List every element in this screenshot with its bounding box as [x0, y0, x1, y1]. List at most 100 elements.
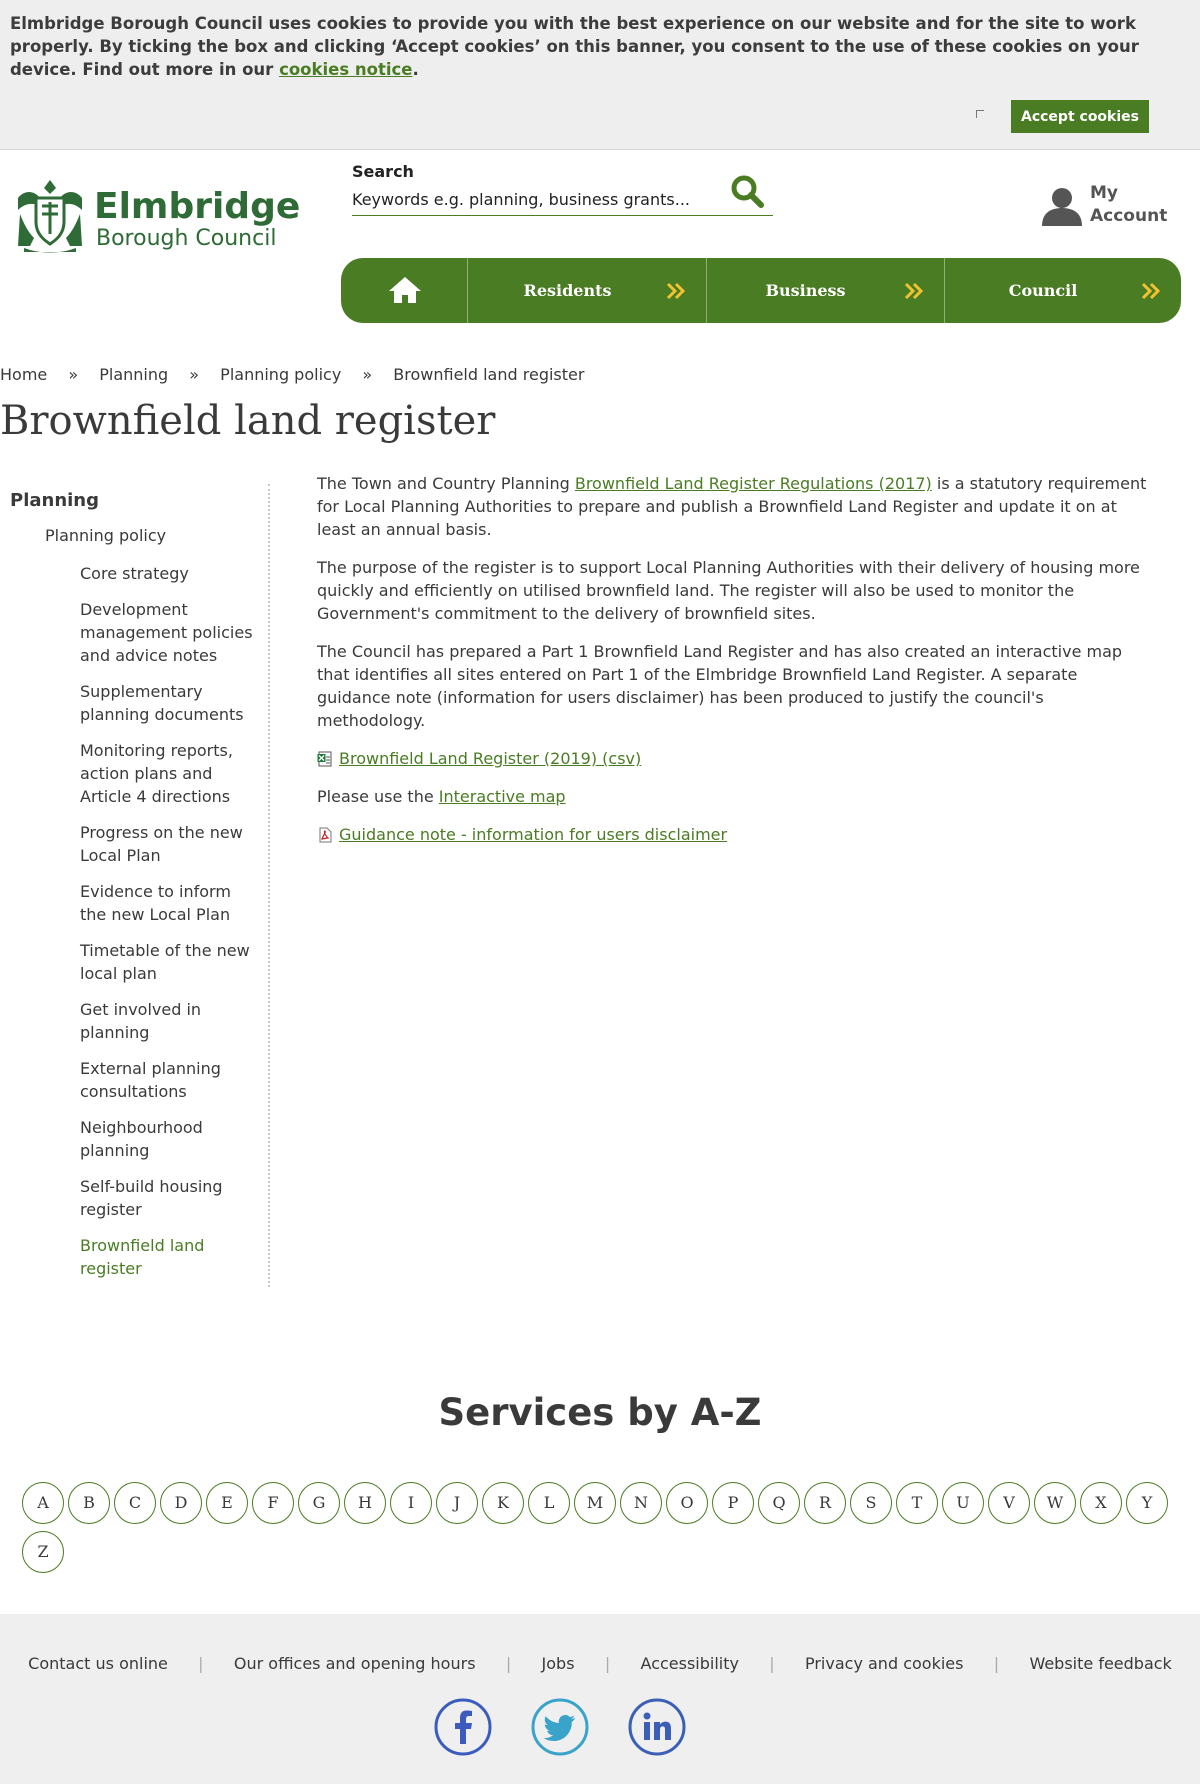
nav-business-label: Business [765, 281, 846, 300]
double-chevron-right-icon [666, 282, 686, 300]
sidebar-heading[interactable]: Planning [10, 490, 99, 511]
council-logo[interactable]: Elmbridge Borough Council [10, 176, 300, 256]
breadcrumb-home[interactable]: Home [0, 365, 47, 384]
footer-separator: | [505, 1654, 512, 1673]
breadcrumb: Home » Planning » Planning policy » Brownfield… [0, 365, 584, 384]
search-underline [352, 215, 773, 216]
sidebar-item-self-build-register[interactable]: Self-build housing register [80, 1175, 262, 1221]
cookie-text: Elmbridge Borough Council uses cookies t… [10, 12, 1150, 81]
search-input[interactable] [352, 184, 712, 214]
sidebar-item-core-strategy[interactable]: Core strategy [80, 562, 262, 585]
az-letter-u[interactable]: U [942, 1482, 984, 1524]
map-paragraph: Please use the Interactive map [317, 785, 1147, 808]
cookies-notice-link[interactable]: cookies notice [279, 60, 412, 79]
facebook-icon[interactable] [434, 1698, 492, 1756]
az-letter-w[interactable]: W [1034, 1482, 1076, 1524]
main-content: The Town and Country Planning Brownfield… [317, 472, 1147, 861]
social-links [434, 1698, 690, 1758]
twitter-icon[interactable] [531, 1698, 589, 1756]
interactive-map-link[interactable]: Interactive map [439, 787, 566, 806]
linkedin-icon[interactable] [628, 1698, 686, 1756]
footer-separator: | [198, 1654, 204, 1673]
sidebar-item-timetable-local-plan[interactable]: Timetable of the new local plan [80, 939, 262, 985]
footer: Contact us online | Our offices and openin… [0, 1614, 1200, 1784]
nav-home[interactable] [341, 258, 468, 323]
cookie-consent-checkbox[interactable] [976, 110, 984, 118]
accept-cookies-button[interactable]: Accept cookies [1011, 100, 1149, 133]
az-letter-e[interactable]: E [206, 1482, 248, 1524]
az-letter-m[interactable]: M [574, 1482, 616, 1524]
az-letter-x[interactable]: X [1080, 1482, 1122, 1524]
footer-link-contact[interactable]: Contact us online [28, 1654, 168, 1673]
az-letter-d[interactable]: D [160, 1482, 202, 1524]
nav-council-label: Council [1008, 281, 1078, 300]
page-title: Brownfield land register [0, 398, 496, 444]
az-letter-l[interactable]: L [528, 1482, 570, 1524]
cookie-text-body: Elmbridge Borough Council uses cookies t… [10, 14, 1139, 79]
az-letter-r[interactable]: R [804, 1482, 846, 1524]
logo-subtitle: Borough Council [96, 226, 277, 251]
sidebar-item-development-management[interactable]: Development management policies and advi… [80, 598, 262, 667]
breadcrumb-planning-policy[interactable]: Planning policy [220, 365, 341, 384]
sidebar-list: Core strategy Development management pol… [80, 562, 262, 1293]
footer-link-accessibility[interactable]: Accessibility [641, 1654, 739, 1673]
sidebar-item-neighbourhood-planning[interactable]: Neighbourhood planning [80, 1116, 262, 1162]
purpose-paragraph: The purpose of the register is to suppor… [317, 558, 1140, 623]
footer-link-jobs[interactable]: Jobs [542, 1654, 575, 1673]
footer-link-feedback[interactable]: Website feedback [1029, 1654, 1171, 1673]
cookie-text-end: . [412, 60, 419, 79]
az-letter-p[interactable]: P [712, 1482, 754, 1524]
az-letter-b[interactable]: B [68, 1482, 110, 1524]
sidebar-item-evidence-local-plan[interactable]: Evidence to inform the new Local Plan [80, 880, 262, 926]
footer-separator: | [769, 1654, 775, 1673]
nav-residents[interactable]: Residents [469, 258, 707, 323]
az-letter-o[interactable]: O [666, 1482, 708, 1524]
map-text: Please use the [317, 787, 439, 806]
breadcrumb-planning[interactable]: Planning [99, 365, 168, 384]
nav-council[interactable]: Council [945, 258, 1181, 323]
sidebar-item-get-involved[interactable]: Get involved in planning [80, 998, 262, 1044]
pdf-download: Guidance note - information for users di… [317, 823, 1147, 846]
az-letter-v[interactable]: V [988, 1482, 1030, 1524]
az-letter-i[interactable]: I [390, 1482, 432, 1524]
nav-residents-label: Residents [523, 281, 612, 300]
az-letter-q[interactable]: Q [758, 1482, 800, 1524]
sidebar-navigation: Planning Planning policy Core strategy D… [0, 484, 270, 1287]
intro-text: The Town and Country Planning [317, 474, 575, 493]
breadcrumb-separator: » [189, 365, 200, 384]
double-chevron-right-icon [1141, 282, 1161, 300]
footer-separator: | [604, 1654, 611, 1673]
sidebar-item-progress-local-plan[interactable]: Progress on the new Local Plan [80, 821, 262, 867]
sidebar-item-brownfield-register[interactable]: Brownfield land register [80, 1234, 262, 1280]
az-letter-n[interactable]: N [620, 1482, 662, 1524]
az-letter-h[interactable]: H [344, 1482, 386, 1524]
footer-links: Contact us online | Our offices and openin… [0, 1654, 1200, 1673]
az-letter-c[interactable]: C [114, 1482, 156, 1524]
council-crest-icon [18, 180, 82, 253]
footer-separator: | [993, 1654, 1000, 1673]
az-letter-j[interactable]: J [436, 1482, 478, 1524]
footer-link-offices[interactable]: Our offices and opening hours [234, 1654, 476, 1673]
regulations-link[interactable]: Brownfield Land Register Regulations (20… [575, 474, 932, 493]
csv-register-link[interactable]: Brownfield Land Register (2019) (csv) [339, 747, 641, 770]
search-label: Search [352, 162, 414, 181]
sidebar-item-planning-policy[interactable]: Planning policy [45, 526, 166, 545]
sidebar-item-external-consultations[interactable]: External planning consultations [80, 1057, 262, 1103]
logo-name: Elmbridge [94, 186, 301, 227]
az-letter-a[interactable]: A [22, 1482, 64, 1524]
az-letter-f[interactable]: F [252, 1482, 294, 1524]
az-letter-z[interactable]: Z [22, 1531, 64, 1573]
guidance-note-link[interactable]: Guidance note - information for users di… [339, 823, 727, 846]
az-letter-k[interactable]: K [482, 1482, 524, 1524]
my-account-link[interactable]: My Account [1040, 182, 1190, 232]
az-letter-g[interactable]: G [298, 1482, 340, 1524]
az-letter-t[interactable]: T [896, 1482, 938, 1524]
sidebar-item-monitoring-reports[interactable]: Monitoring reports, action plans and Art… [80, 739, 262, 808]
search-icon[interactable] [730, 174, 764, 208]
az-letter-s[interactable]: S [850, 1482, 892, 1524]
pdf-icon [319, 827, 332, 842]
az-letter-y[interactable]: Y [1126, 1482, 1168, 1524]
nav-business[interactable]: Business [707, 258, 945, 323]
footer-link-privacy[interactable]: Privacy and cookies [805, 1654, 963, 1673]
sidebar-item-supplementary-documents[interactable]: Supplementary planning documents [80, 680, 262, 726]
